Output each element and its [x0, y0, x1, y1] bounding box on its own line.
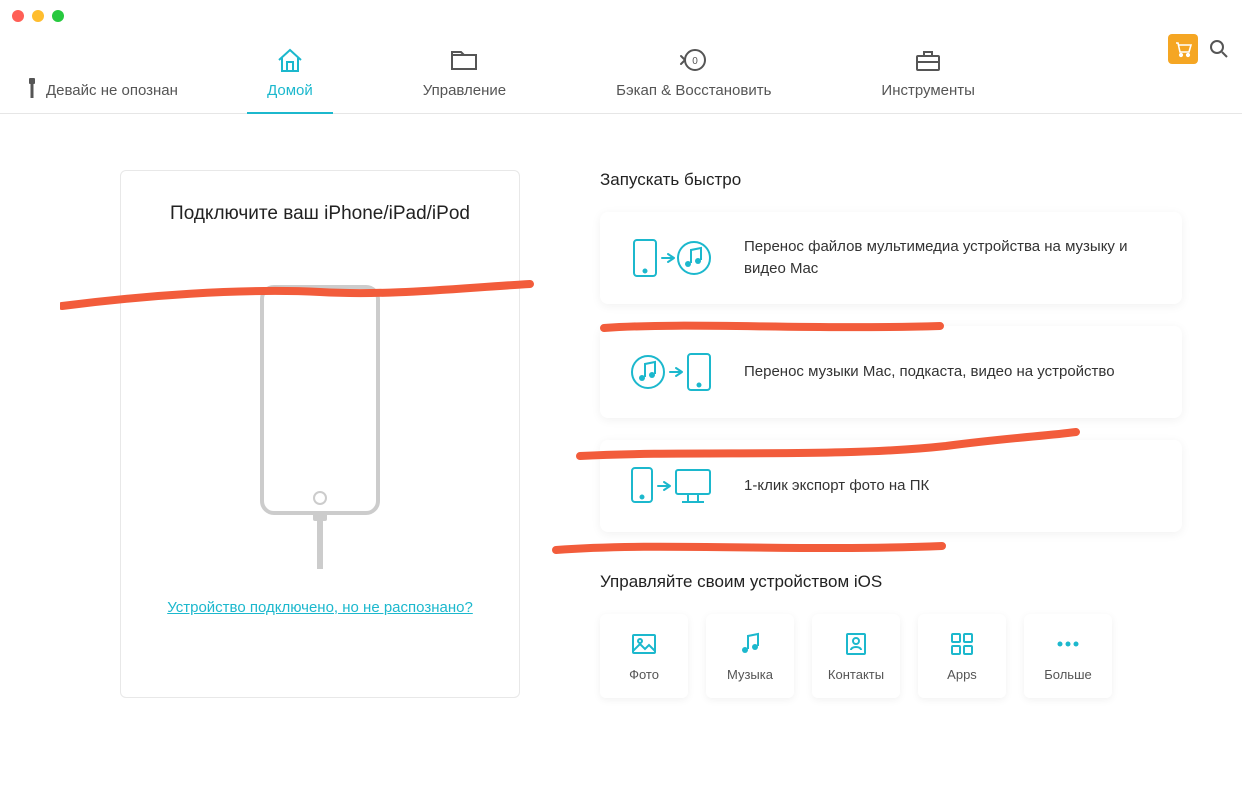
- tile-contacts-label: Контакты: [828, 667, 884, 682]
- nav-home[interactable]: Домой: [247, 38, 333, 113]
- nav-tools-label: Инструменты: [881, 82, 975, 99]
- cable-graphic: [317, 519, 323, 569]
- connect-device-card: Подключите ваш iPhone/iPad/iPod Устройст…: [120, 170, 520, 698]
- tile-contacts[interactable]: Контакты: [812, 614, 900, 698]
- tile-apps[interactable]: Apps: [918, 614, 1006, 698]
- home-icon: [275, 46, 305, 74]
- phone-home-button-graphic: [313, 491, 327, 505]
- quick-card-1-text: Перенос файлов мультимедиа устройства на…: [744, 236, 1154, 281]
- minimize-window-dot[interactable]: [32, 10, 44, 22]
- quick-card-mac-to-device[interactable]: Перенос музыки Mac, подкаста, видео на у…: [600, 326, 1182, 418]
- app-header: Девайс не опознан Домой Управление 0 Бэк…: [0, 22, 1242, 114]
- phone-outline-graphic: [260, 285, 380, 515]
- nav-manage-label: Управление: [423, 82, 506, 99]
- manage-section-title: Управляйте своим устройством iOS: [600, 572, 1182, 592]
- usb-icon: [26, 78, 38, 102]
- restore-icon: 0: [679, 46, 709, 74]
- nav-manage[interactable]: Управление: [403, 38, 526, 113]
- tile-photo-label: Фото: [629, 667, 659, 682]
- window-traffic-lights: [0, 0, 1242, 22]
- device-to-music-icon: [628, 234, 714, 282]
- folder-icon: [449, 46, 479, 74]
- device-status-text: Девайс не опознан: [46, 82, 178, 99]
- device-to-pc-icon: [628, 462, 714, 510]
- right-column: Запускать быстро Перенос файлов мультиме…: [600, 170, 1182, 698]
- connect-title: Подключите ваш iPhone/iPad/iPod: [170, 203, 470, 225]
- toolbox-icon: [913, 46, 943, 74]
- manage-tiles: Фото Музыка Контакты Apps: [600, 614, 1182, 698]
- nav-tools[interactable]: Инструменты: [861, 38, 995, 113]
- tile-music-label: Музыка: [727, 667, 773, 682]
- tile-more[interactable]: Больше: [1024, 614, 1112, 698]
- contacts-icon: [843, 631, 869, 657]
- tile-music[interactable]: Музыка: [706, 614, 794, 698]
- quick-start-title: Запускать быстро: [600, 170, 1182, 190]
- svg-text:0: 0: [692, 56, 698, 67]
- quick-card-device-to-mac[interactable]: Перенос файлов мультимедиа устройства на…: [600, 212, 1182, 304]
- quick-card-3-text: 1-клик экспорт фото на ПК: [744, 475, 929, 498]
- tile-apps-label: Apps: [947, 667, 977, 682]
- nav-home-label: Домой: [267, 82, 313, 99]
- quick-card-2-text: Перенос музыки Mac, подкаста, видео на у…: [744, 361, 1115, 384]
- apps-icon: [949, 631, 975, 657]
- cart-button[interactable]: [1168, 34, 1198, 64]
- search-button[interactable]: [1208, 38, 1230, 60]
- more-icon: [1055, 631, 1081, 657]
- tile-more-label: Больше: [1044, 667, 1092, 682]
- main-nav: Домой Управление 0 Бэкап & Восстановить …: [247, 38, 995, 113]
- photo-icon: [631, 631, 657, 657]
- maximize-window-dot[interactable]: [52, 10, 64, 22]
- nav-backup[interactable]: 0 Бэкап & Восстановить: [596, 38, 791, 113]
- device-status: Девайс не опознан: [26, 78, 178, 102]
- main-content: Подключите ваш iPhone/iPad/iPod Устройст…: [0, 114, 1242, 698]
- nav-backup-label: Бэкап & Восстановить: [616, 82, 771, 99]
- music-icon: [737, 631, 763, 657]
- tile-photo[interactable]: Фото: [600, 614, 688, 698]
- quick-card-export-photo[interactable]: 1-клик экспорт фото на ПК: [600, 440, 1182, 532]
- header-actions: [1168, 34, 1230, 64]
- quick-start-cards: Перенос файлов мультимедиа устройства на…: [600, 212, 1182, 532]
- device-not-recognized-link[interactable]: Устройство подключено, но не распознано?: [167, 599, 473, 616]
- close-window-dot[interactable]: [12, 10, 24, 22]
- music-to-device-icon: [628, 348, 714, 396]
